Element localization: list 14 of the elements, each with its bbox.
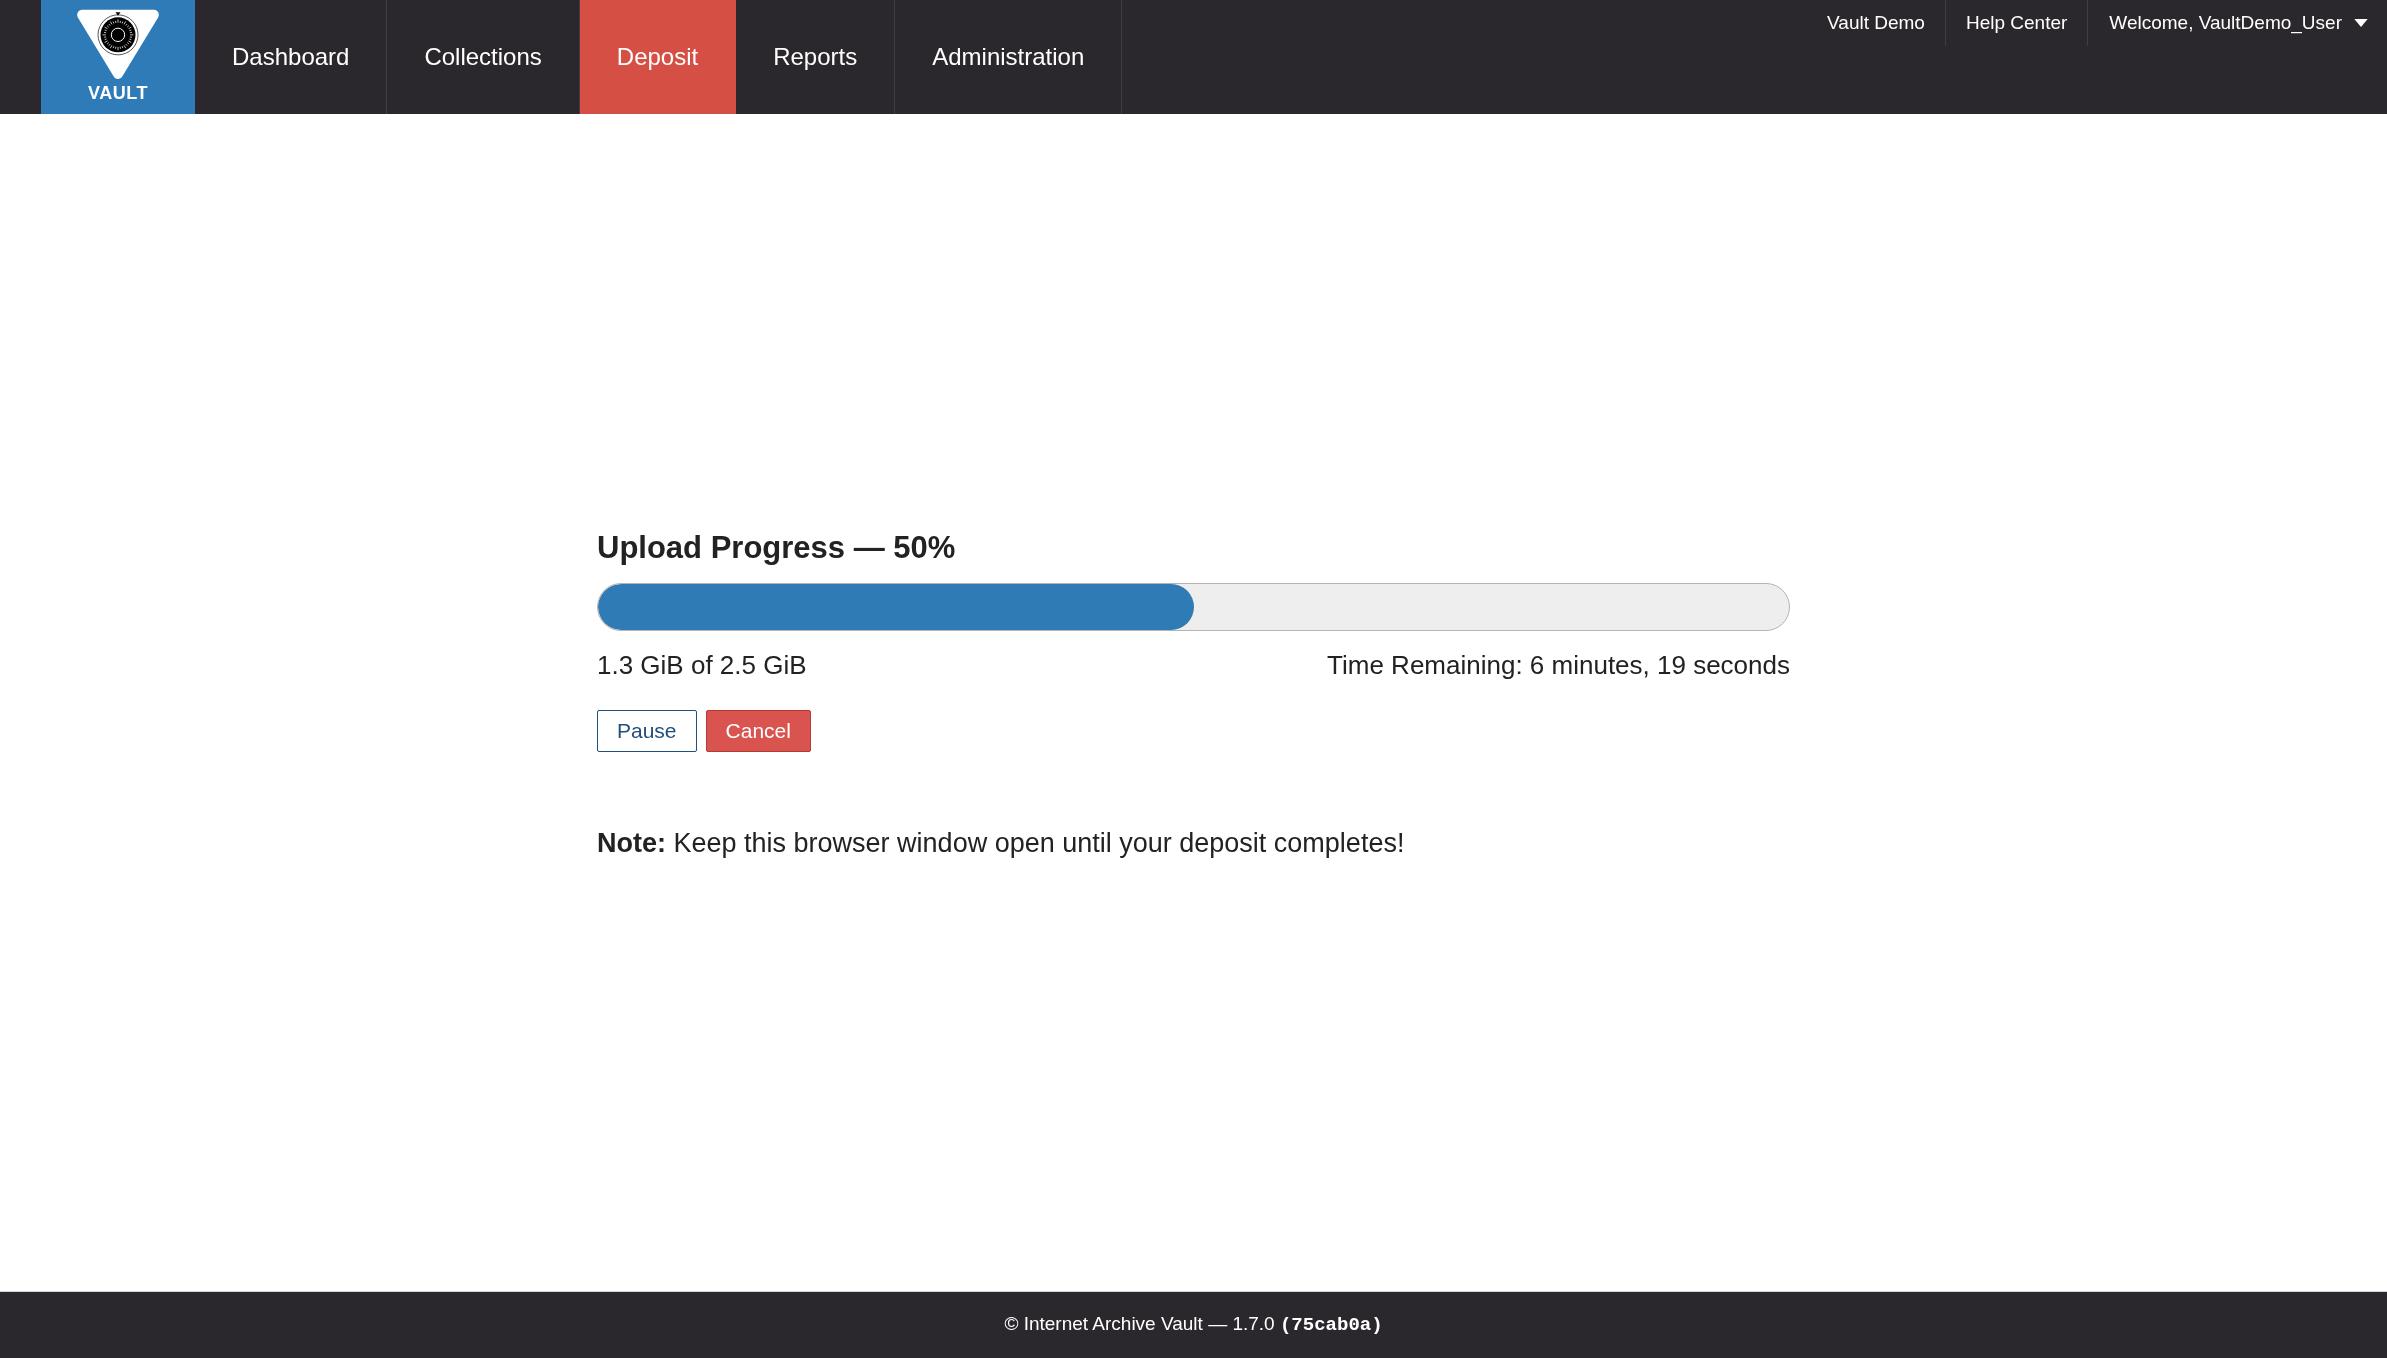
upload-progress-title: Upload Progress — 50% (597, 529, 957, 567)
user-menu-dropdown[interactable]: Welcome, VaultDemo_User (2087, 0, 2387, 46)
vault-logo-link[interactable]: VAULT (41, 0, 195, 114)
note-text: Note: Keep this browser window open until your deposit completes! (597, 827, 1406, 860)
caret-icon (2354, 19, 2368, 27)
transferred-size-text: 1.3 GiB of 2.5 GiB (597, 650, 807, 680)
cancel-button[interactable]: Cancel (705, 710, 811, 752)
header-link[interactable]: Vault Demo (1807, 0, 1945, 46)
nav-tab[interactable]: Deposit (579, 0, 737, 114)
time-remaining-text: Time Remaining: 6 minutes, 19 seconds (1327, 650, 1790, 680)
footer-copyright-text: © Internet Archive Vault — 1.7.0 (75cab0a) (1004, 1312, 1383, 1339)
vault-dial-icon (76, 9, 160, 79)
pause-button[interactable]: Pause (597, 710, 697, 752)
header-link[interactable]: Help Center (1944, 0, 2088, 46)
